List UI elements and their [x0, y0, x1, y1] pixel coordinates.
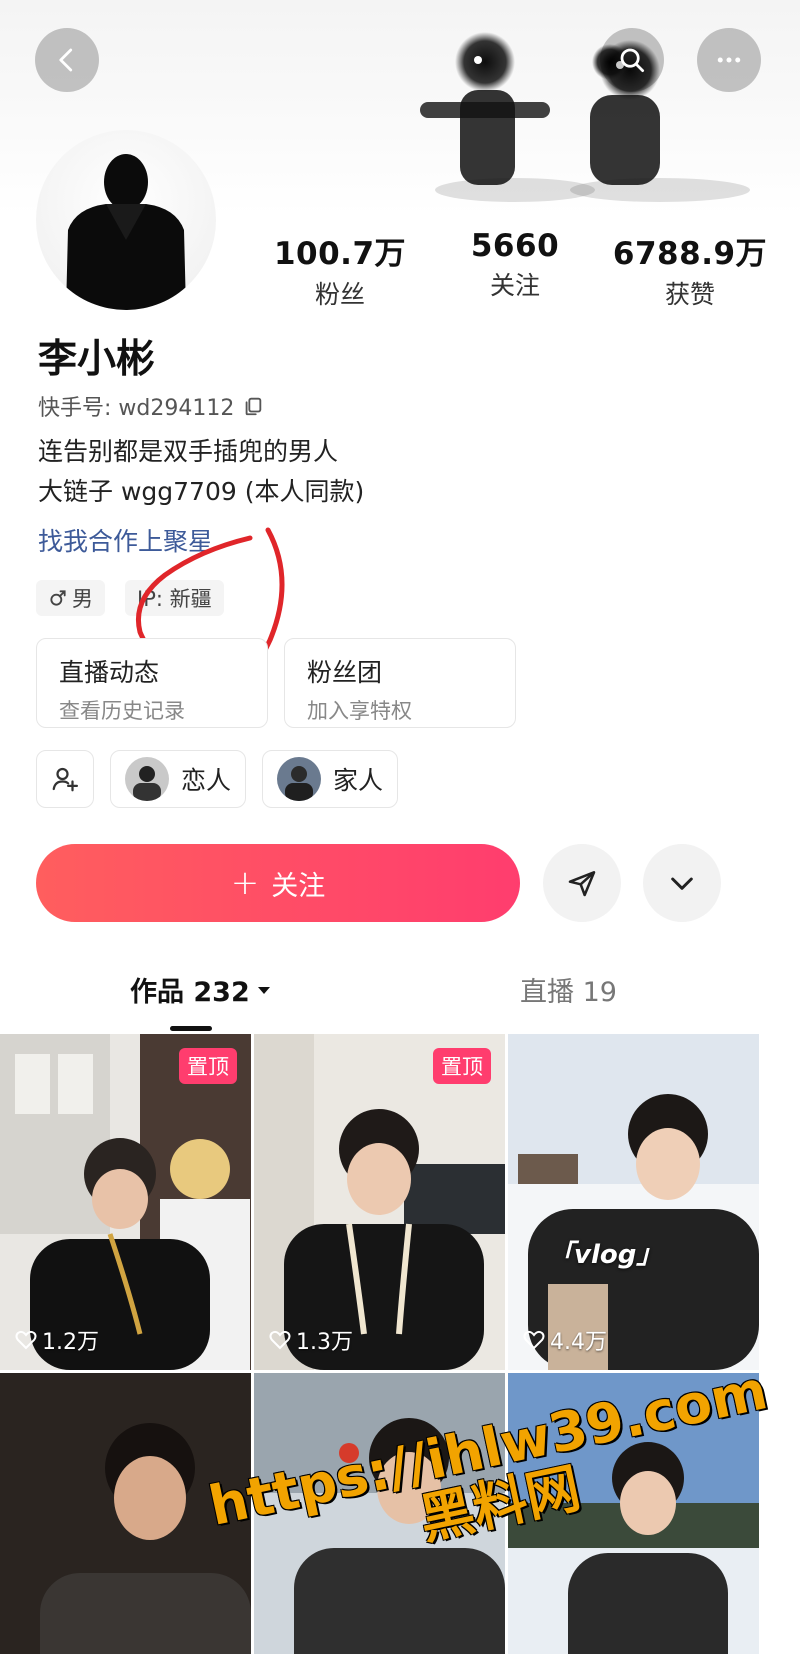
tab-indicator: [170, 1026, 212, 1031]
relation-chip-family[interactable]: 家人: [262, 750, 399, 808]
vlog-tag: 「vlog」: [548, 1240, 663, 1270]
thumb-image: [508, 1034, 759, 1370]
video-grid: 置顶 1.2万 置顶 1.3万 「vlog」 4.4万: [0, 1034, 800, 1654]
stat-label: 关注: [489, 271, 540, 300]
profile-name: 李小彬: [38, 337, 156, 382]
stat-label: 粉丝: [314, 280, 365, 309]
profile-id: 快手号: wd294112: [38, 396, 235, 421]
profile-bio: 连告别都是双手插兜的男人 大链子 wgg7709 (本人同款): [38, 432, 364, 512]
video-thumb[interactable]: 置顶 1.3万: [254, 1034, 505, 1370]
search-icon: [620, 48, 644, 72]
send-icon: [568, 871, 596, 897]
video-thumb[interactable]: [254, 1373, 505, 1654]
ip-tag: IP: 新疆: [125, 580, 224, 616]
bio-line: 连告别都是双手插兜的男人: [38, 437, 339, 466]
tab-live[interactable]: 直播 19: [520, 970, 617, 1009]
video-thumb[interactable]: 「vlog」 4.4万: [508, 1034, 759, 1370]
card-subtitle: 加入享特权: [307, 699, 412, 723]
card-title: 粉丝团: [307, 658, 383, 687]
like-count: 1.3万: [268, 1324, 353, 1356]
pinned-badge: 置顶: [433, 1048, 491, 1084]
pinned-badge: 置顶: [179, 1048, 237, 1084]
thumb-image: [254, 1373, 505, 1654]
heart-icon: [15, 1330, 37, 1350]
send-message-button[interactable]: [543, 844, 621, 922]
stat-value: 100.7万: [273, 236, 407, 272]
add-relation-button[interactable]: [36, 750, 94, 808]
stat-likes[interactable]: 6788.9万 获赞: [610, 228, 770, 311]
stat-followers[interactable]: 100.7万 粉丝: [260, 228, 420, 311]
male-icon: [50, 590, 66, 606]
bio-line: 大链子 wgg7709 (本人同款): [38, 477, 365, 506]
like-count: 4.4万: [522, 1324, 607, 1356]
like-value: 4.4万: [550, 1330, 607, 1355]
tab-label: 作品 232: [130, 977, 250, 1008]
back-button[interactable]: [35, 28, 99, 92]
card-title: 直播动态: [59, 658, 160, 687]
caret-down-icon: [257, 986, 270, 994]
relation-chips: 恋人 家人: [36, 750, 399, 808]
fan-club-card[interactable]: 粉丝团 加入享特权: [284, 638, 516, 728]
content-tabs: 作品 232 直播 19: [0, 970, 800, 1032]
live-history-card[interactable]: 直播动态 查看历史记录: [36, 638, 268, 728]
like-value: 1.2万: [42, 1330, 99, 1355]
like-count: 1.2万: [14, 1324, 99, 1356]
card-subtitle: 查看历史记录: [59, 699, 185, 723]
feature-cards: 直播动态 查看历史记录 粉丝团 加入享特权: [36, 638, 516, 728]
stat-label: 获赞: [664, 280, 715, 309]
gender-tag: 男: [36, 580, 105, 616]
chevron-down-icon: [671, 877, 693, 890]
heart-icon: [269, 1330, 291, 1350]
video-thumb[interactable]: [508, 1373, 759, 1654]
tab-works[interactable]: 作品 232: [130, 970, 272, 1009]
follow-button[interactable]: + 关注: [36, 844, 520, 922]
video-thumb[interactable]: [0, 1373, 251, 1654]
chevron-left-icon: [59, 48, 73, 72]
profile-tags: 男 IP: 新疆: [36, 580, 224, 616]
thumb-image: [254, 1034, 505, 1370]
avatar-silhouette: [66, 154, 186, 310]
relation-label: 家人: [333, 766, 384, 795]
stat-value: 6788.9万: [612, 236, 768, 272]
relation-avatar: [277, 757, 322, 801]
like-value: 1.3万: [296, 1330, 353, 1355]
profile-id-row: 快手号: wd294112: [38, 390, 264, 422]
relation-label: 恋人: [181, 766, 232, 795]
thumb-image: [508, 1373, 759, 1654]
gender-label: 男: [72, 587, 93, 611]
follow-label: 关注: [271, 870, 326, 902]
cooperation-link[interactable]: 找我合作上聚星: [38, 522, 213, 558]
profile-stats: 100.7万 粉丝 5660 关注 6788.9万 获赞: [260, 228, 770, 311]
heart-icon: [523, 1330, 545, 1350]
more-button[interactable]: [697, 28, 761, 92]
thumb-image: [0, 1034, 251, 1370]
add-user-icon: [52, 767, 78, 792]
search-button[interactable]: [600, 28, 664, 92]
stat-value: 5660: [470, 228, 560, 264]
relation-avatar: [125, 757, 169, 801]
more-dots-icon: [717, 57, 741, 63]
plus-icon: +: [230, 863, 260, 903]
tab-label: 直播 19: [520, 977, 617, 1008]
avatar[interactable]: [36, 130, 216, 310]
stat-following[interactable]: 5660 关注: [435, 228, 595, 311]
copy-icon[interactable]: [242, 395, 264, 417]
thumb-image: [0, 1373, 251, 1654]
expand-button[interactable]: [643, 844, 721, 922]
relation-chip-partner[interactable]: 恋人: [110, 750, 247, 808]
video-thumb[interactable]: 置顶 1.2万: [0, 1034, 251, 1370]
